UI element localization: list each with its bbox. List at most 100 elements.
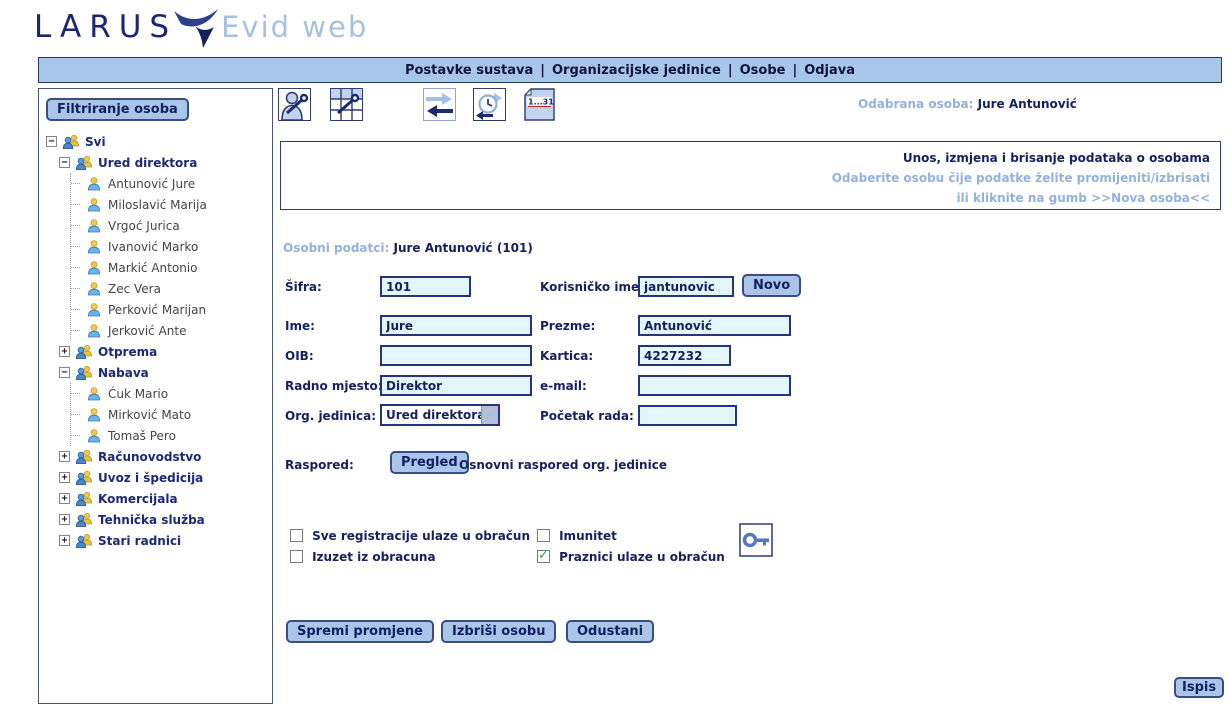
- expander-icon[interactable]: [59, 472, 70, 483]
- tree-person[interactable]: Zec Vera: [71, 278, 268, 299]
- tree-root-svi[interactable]: Svi: [46, 131, 268, 152]
- email-label: e-mail:: [540, 379, 587, 393]
- person-icon: [85, 197, 103, 213]
- print-button[interactable]: Ispis: [1174, 677, 1224, 698]
- org-jedinica-label: Org. jedinica:: [285, 409, 376, 423]
- nav-item-odjava[interactable]: Odjava: [804, 63, 855, 78]
- history-clock-icon[interactable]: [473, 88, 506, 121]
- tree-person[interactable]: Ćuk Mario: [71, 383, 268, 404]
- kartica-input[interactable]: [638, 345, 731, 366]
- nav-separator: |: [540, 63, 545, 78]
- tree-person[interactable]: Antunović Jure: [71, 173, 268, 194]
- group-icon: [75, 365, 93, 381]
- person-icon: [85, 407, 103, 423]
- filter-persons-button[interactable]: Filtriranje osoba: [46, 98, 189, 121]
- selected-person-label: Odabrana osoba:: [858, 97, 973, 111]
- prezime-input[interactable]: [638, 315, 791, 336]
- tree-group-komercijala[interactable]: Komercijala: [59, 488, 268, 509]
- checkbox-row-imunitet: Imunitet: [537, 525, 617, 544]
- key-icon[interactable]: [739, 523, 773, 557]
- tree-person[interactable]: Perković Marijan: [71, 299, 268, 320]
- expander-icon[interactable]: [59, 157, 70, 168]
- korisnicko-ime-input[interactable]: [638, 276, 734, 297]
- raspored-label: Raspored:: [285, 458, 354, 472]
- cancel-button[interactable]: Odustani: [566, 620, 654, 643]
- chevron-down-icon[interactable]: [481, 406, 498, 424]
- oib-input[interactable]: [380, 345, 532, 366]
- imunitet-label: Imunitet: [559, 529, 617, 543]
- korisnicko-ime-label: Korisničko ime:: [540, 280, 644, 294]
- tree-person[interactable]: Mirković Mato: [71, 404, 268, 425]
- group-icon: [75, 491, 93, 507]
- group-icon: [75, 512, 93, 528]
- praznici-checkbox[interactable]: [537, 550, 550, 563]
- expander-icon[interactable]: [59, 346, 70, 357]
- section-heading: Osobni podatci: Jure Antunović (101): [283, 241, 533, 255]
- top-navbar: Postavke sustava | Organizacijske jedini…: [38, 57, 1222, 83]
- info-line-3: ili kliknite na gumb >>Nova osoba<<: [281, 188, 1210, 208]
- expander-icon[interactable]: [59, 493, 70, 504]
- expander-icon[interactable]: [59, 451, 70, 462]
- sve-registracije-checkbox[interactable]: [290, 529, 303, 542]
- tree-person[interactable]: Markić Antonio: [71, 257, 268, 278]
- ime-input[interactable]: [380, 315, 532, 336]
- person-icon: [85, 218, 103, 234]
- tree-group-uvoz-i-spedicija[interactable]: Uvoz i špedicija: [59, 467, 268, 488]
- email-input[interactable]: [638, 375, 791, 396]
- nav-item-organizacijske-jedinice[interactable]: Organizacijske jedinice: [552, 63, 721, 78]
- person-settings-icon[interactable]: [278, 88, 311, 121]
- tree-children-root: Ured direktora Antunović Jure Miloslavić…: [59, 152, 268, 551]
- tree-members-ured-direktora: Antunović Jure Miloslavić Marija Vrgoć J…: [70, 173, 268, 341]
- info-line-1: Unos, izmjena i brisanje podataka o osob…: [281, 148, 1210, 168]
- tree-group-ured-direktora[interactable]: Ured direktora: [59, 152, 268, 173]
- nav-item-osobe[interactable]: Osobe: [740, 63, 786, 78]
- pocetak-rada-input[interactable]: [638, 405, 737, 426]
- grid-settings-icon[interactable]: [330, 88, 363, 121]
- nav-item-postavke-sustava[interactable]: Postavke sustava: [405, 63, 533, 78]
- section-value: Jure Antunović (101): [393, 241, 532, 255]
- save-button[interactable]: Spremi promjene: [286, 620, 434, 643]
- tree-person[interactable]: Jerković Ante: [71, 320, 268, 341]
- novo-button[interactable]: Novo: [742, 274, 801, 297]
- radno-mjesto-input[interactable]: [380, 375, 532, 396]
- transfer-arrows-icon[interactable]: [423, 88, 456, 121]
- tree-person[interactable]: Tomaš Pero: [71, 425, 268, 446]
- info-line-2: Odaberite osobu čije podatke želite prom…: [281, 168, 1210, 188]
- person-icon: [85, 386, 103, 402]
- logo-bird-icon: [173, 8, 219, 52]
- person-icon: [85, 323, 103, 339]
- person-icon: [85, 239, 103, 255]
- person-icon: [85, 176, 103, 192]
- tree-group-racunovodstvo[interactable]: Računovodstvo: [59, 446, 268, 467]
- delete-button[interactable]: Izbriši osobu: [441, 620, 556, 643]
- imunitet-checkbox[interactable]: [537, 529, 550, 542]
- org-jedinica-select[interactable]: Ured direktora: [380, 404, 500, 426]
- selected-person: Odabrana osoba: Jure Antunović: [858, 97, 1077, 111]
- person-icon: [85, 302, 103, 318]
- person-icon: [85, 281, 103, 297]
- pregled-button[interactable]: Pregled: [390, 451, 469, 474]
- sidebar-panel: Filtriranje osoba Svi Ured direktora Ant…: [38, 88, 273, 704]
- tree-group-stari-radnici[interactable]: Stari radnici: [59, 530, 268, 551]
- group-icon: [62, 134, 80, 150]
- tree-group-tehnicka-sluzba[interactable]: Tehnička služba: [59, 509, 268, 530]
- izuzet-label: Izuzet iz obracuna: [312, 550, 435, 564]
- expander-icon[interactable]: [59, 514, 70, 525]
- oib-label: OIB:: [285, 349, 314, 363]
- ime-label: Ime:: [285, 319, 315, 333]
- tree-person[interactable]: Ivanović Marko: [71, 236, 268, 257]
- expander-icon[interactable]: [59, 367, 70, 378]
- tree-person[interactable]: Miloslavić Marija: [71, 194, 268, 215]
- person-icon: [85, 428, 103, 444]
- org-tree: Svi Ured direktora Antunović Jure Milosl…: [46, 131, 268, 551]
- expander-icon[interactable]: [59, 535, 70, 546]
- expander-icon[interactable]: [46, 136, 57, 147]
- tree-group-nabava[interactable]: Nabava: [59, 362, 268, 383]
- calendar-icon[interactable]: 1...31: [523, 88, 556, 121]
- org-jedinica-selected-value: Ured direktora: [382, 406, 481, 424]
- tree-person[interactable]: Vrgoć Jurica: [71, 215, 268, 236]
- tree-members-nabava: Ćuk Mario Mirković Mato Tomaš Pero: [70, 383, 268, 446]
- sifra-input[interactable]: [380, 276, 471, 297]
- tree-group-otprema[interactable]: Otprema: [59, 341, 268, 362]
- izuzet-checkbox[interactable]: [290, 550, 303, 563]
